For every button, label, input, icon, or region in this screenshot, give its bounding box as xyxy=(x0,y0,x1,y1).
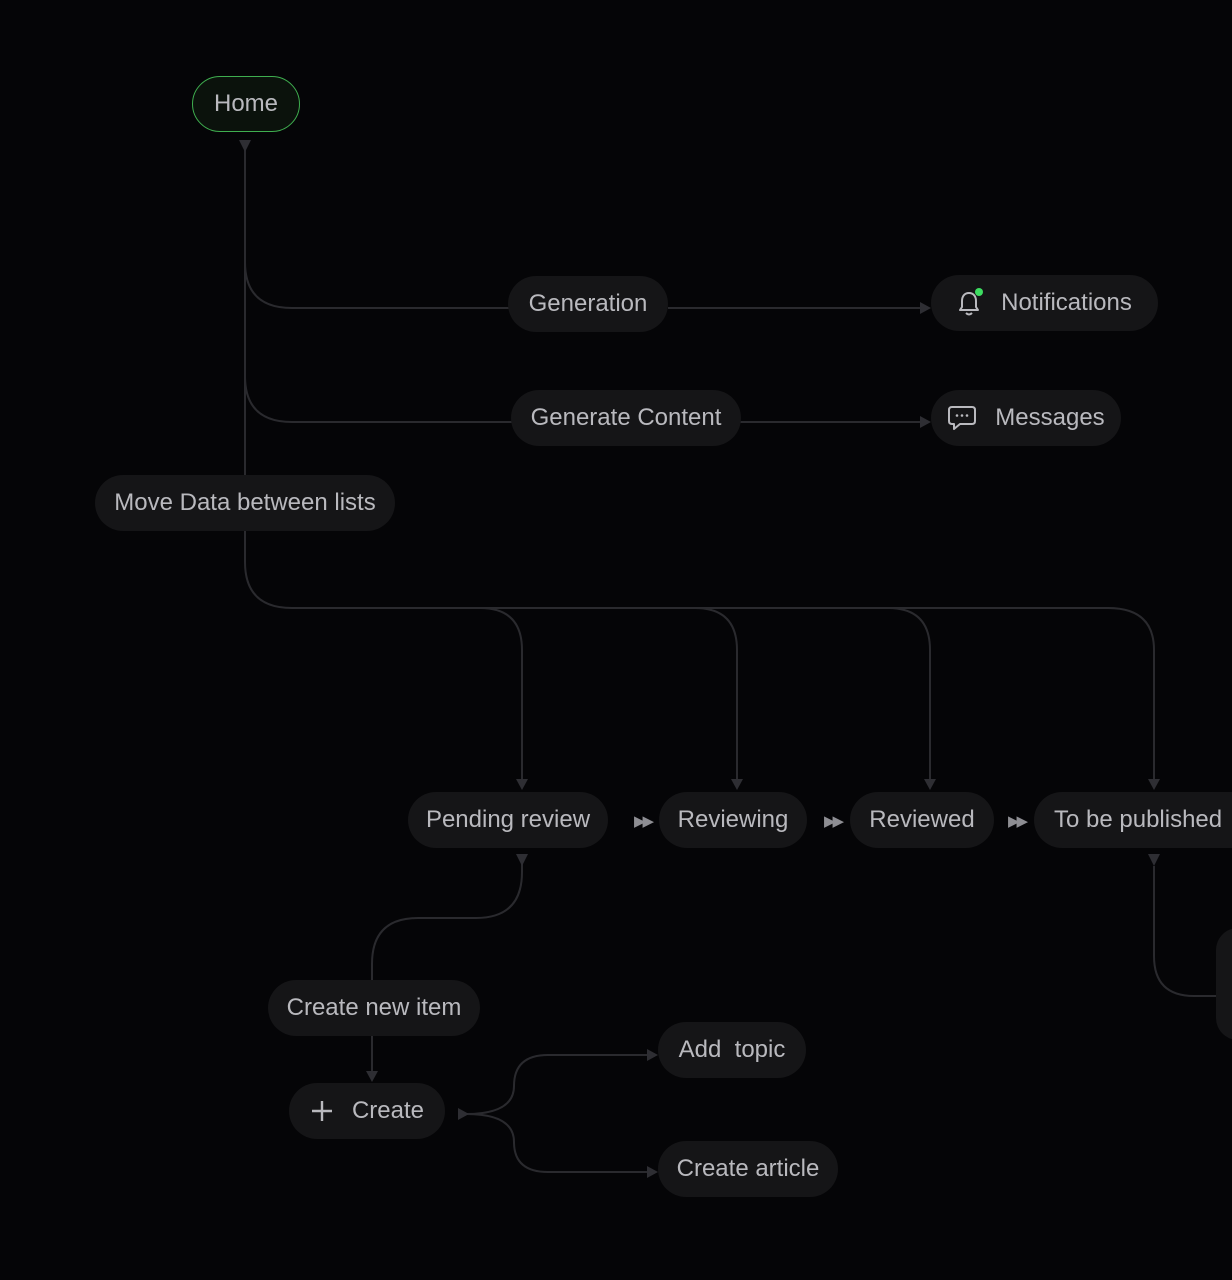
node-create-new-item-label: Create new item xyxy=(286,994,462,1021)
node-reviewed-label: Reviewed xyxy=(869,806,975,833)
arrowhead-pending-review-bottom xyxy=(516,854,528,866)
node-create-article-label: Create article xyxy=(676,1155,820,1182)
arrowhead-home xyxy=(239,140,251,152)
edge-home-generate-content xyxy=(244,375,512,423)
arrowhead-pending-review xyxy=(516,779,528,790)
double-arrow-icon: ▶▶ xyxy=(634,813,654,830)
node-offscreen-partial[interactable] xyxy=(1216,928,1232,1040)
node-to-be-published[interactable]: To be published xyxy=(1034,792,1232,848)
arrowhead-create-article xyxy=(647,1166,658,1178)
node-notifications[interactable]: Notifications xyxy=(931,275,1158,331)
arrowhead-reviewing xyxy=(731,779,743,790)
node-pending-review-label: Pending review xyxy=(425,806,591,833)
node-generation[interactable]: Generation xyxy=(508,276,668,332)
arrowhead-to-be-published-bottom xyxy=(1148,854,1160,866)
node-reviewing-label: Reviewing xyxy=(677,806,789,833)
edge-bus-to-be-published xyxy=(1107,607,1155,780)
edge-bus-reviewed xyxy=(887,607,931,780)
node-reviewed[interactable]: Reviewed xyxy=(850,792,994,848)
edge-pending-create-new-item xyxy=(371,862,523,980)
edge-to-be-published-next xyxy=(1153,866,1216,997)
arrowhead-reviewed xyxy=(924,779,936,790)
create-button[interactable]: Create xyxy=(289,1083,445,1139)
node-move-data-label: Move Data between lists xyxy=(114,489,376,516)
arrowhead-notifications xyxy=(920,302,931,314)
node-add-topic[interactable]: Add topic xyxy=(658,1022,806,1078)
node-messages-label: Messages xyxy=(995,404,1105,431)
edge-bus-pending-review xyxy=(479,607,523,780)
edge-bus-reviewing xyxy=(694,607,738,780)
status-dot xyxy=(975,288,984,296)
node-home[interactable]: Home xyxy=(192,76,300,132)
arrowhead-add-topic xyxy=(647,1049,658,1061)
plus-icon xyxy=(310,1099,334,1123)
node-pending-review[interactable]: Pending review xyxy=(408,792,608,848)
node-home-label: Home xyxy=(213,90,279,117)
node-add-topic-label: Add topic xyxy=(678,1036,786,1063)
node-create-new-item[interactable]: Create new item xyxy=(268,980,480,1036)
bell-icon xyxy=(957,288,985,318)
node-generate-content[interactable]: Generate Content xyxy=(511,390,741,446)
arrowhead-create-out xyxy=(458,1108,469,1120)
node-generate-content-label: Generate Content xyxy=(530,404,722,431)
edge-move-data-bus xyxy=(244,530,1108,609)
connector-lines xyxy=(239,140,1216,1178)
double-arrow-icon: ▶▶ xyxy=(1008,813,1028,830)
node-create-article[interactable]: Create article xyxy=(658,1141,838,1197)
edge-create-create-article xyxy=(465,1113,648,1173)
arrowhead-create-new-item xyxy=(366,1071,378,1082)
node-reviewing[interactable]: Reviewing xyxy=(659,792,807,848)
double-arrow-icon: ▶▶ xyxy=(824,813,844,830)
node-generation-label: Generation xyxy=(528,290,648,317)
arrowhead-to-be-published xyxy=(1148,779,1160,790)
node-messages[interactable]: Messages xyxy=(931,390,1121,446)
arrowhead-messages xyxy=(920,416,931,428)
node-to-be-published-label: To be published xyxy=(1054,806,1223,833)
create-button-label: Create xyxy=(351,1097,425,1124)
edge-create-add-topic xyxy=(465,1054,648,1115)
node-move-data[interactable]: Move Data between lists xyxy=(95,475,395,531)
edge-home-generation xyxy=(244,261,510,309)
chat-bubble-icon xyxy=(947,404,977,432)
node-notifications-label: Notifications xyxy=(1001,289,1132,316)
